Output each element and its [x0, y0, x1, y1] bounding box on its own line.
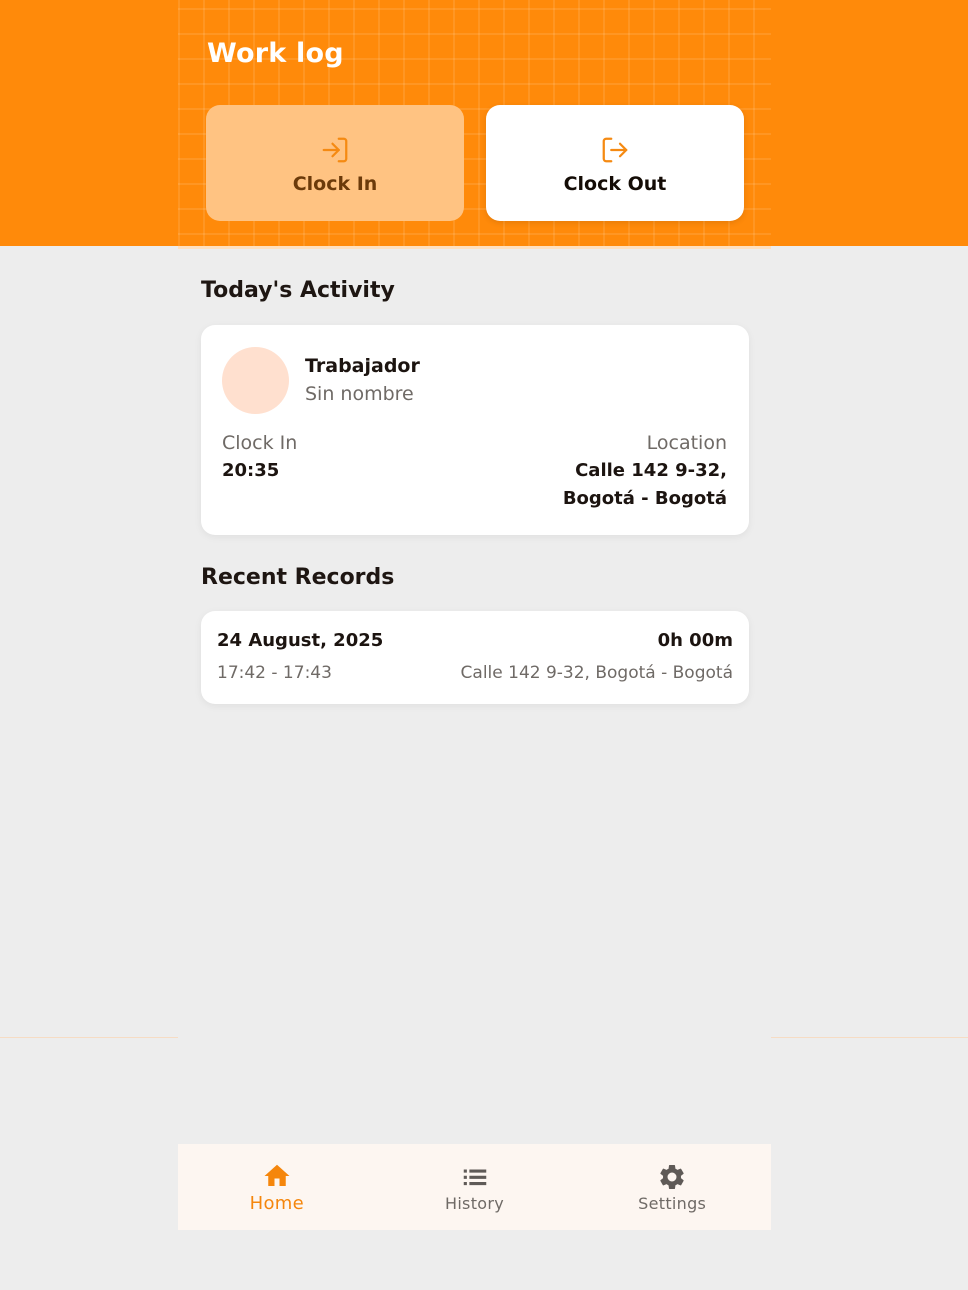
nav-label-settings: Settings: [638, 1193, 707, 1213]
nav-label-home: Home: [249, 1192, 305, 1214]
todays-activity-card: Trabajador Sin nombre Clock In 20:35 Loc…: [201, 325, 749, 535]
record-date: 24 August, 2025: [217, 630, 384, 651]
recent-records-title: Recent Records: [201, 565, 395, 590]
record-time-range: 17:42 - 17:43: [217, 663, 332, 683]
clock-in-label: Clock In: [292, 173, 378, 195]
record-item[interactable]: 24 August, 2025 0h 00m 17:42 - 17:43 Cal…: [201, 611, 749, 704]
list-icon: [463, 1169, 486, 1185]
todays-activity-title: Today's Activity: [201, 278, 395, 303]
location-line-2: Bogotá - Bogotá: [562, 488, 727, 509]
nav-item-home[interactable]: Home: [178, 1144, 376, 1230]
record-location: Calle 142 9-32, Bogotá - Bogotá: [460, 663, 733, 683]
worker-subtitle: Sin nombre: [305, 383, 414, 405]
header-divider: [178, 246, 771, 249]
location-line-1: Calle 142 9-32,: [575, 460, 727, 481]
login-icon: [322, 137, 348, 163]
divider-right: [771, 1037, 968, 1038]
gear-icon: [660, 1164, 684, 1189]
clock-out-label: Clock Out: [563, 173, 667, 195]
bottom-navigation: Home History Settings: [178, 1144, 771, 1230]
clock-in-button[interactable]: Clock In: [206, 105, 464, 221]
location-label: Location: [646, 432, 727, 454]
clock-in-time-label: Clock In: [222, 432, 298, 454]
record-duration: 0h 00m: [657, 630, 733, 651]
nav-label-history: History: [444, 1193, 505, 1213]
worker-name: Trabajador: [305, 355, 420, 377]
clock-out-button[interactable]: Clock Out: [486, 105, 744, 221]
divider-left: [0, 1037, 178, 1038]
home-icon: [264, 1164, 290, 1186]
app-title: Work log: [207, 38, 344, 69]
nav-item-settings[interactable]: Settings: [573, 1144, 771, 1230]
logout-icon: [602, 137, 628, 163]
avatar: [222, 347, 289, 414]
clock-in-time-value: 20:35: [222, 460, 280, 481]
nav-item-history[interactable]: History: [376, 1144, 574, 1230]
